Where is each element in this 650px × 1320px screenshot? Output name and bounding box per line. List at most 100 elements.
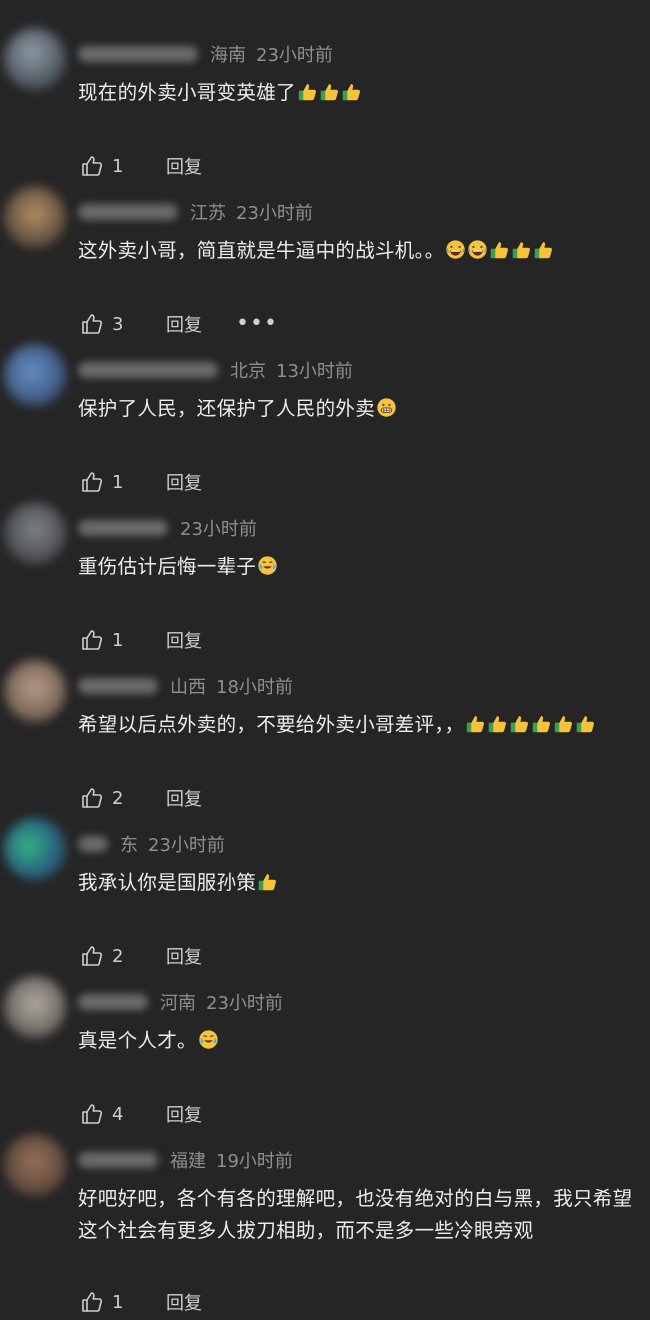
- comment-item: 东 23小时前我承认你是国服孙策 2 回复: [0, 818, 650, 974]
- reply-button[interactable]: 回复: [166, 1289, 202, 1315]
- reply-button[interactable]: 回复: [166, 153, 202, 179]
- comment-actions: 1 回复: [80, 152, 202, 180]
- username-blurred[interactable]: [78, 46, 198, 62]
- thumbs-up-emoji: [489, 716, 507, 733]
- like-count: 2: [112, 787, 124, 809]
- laughing-emoji: [468, 240, 488, 259]
- location-label: 北京: [230, 361, 266, 382]
- comment-item: 23小时前重伤估计后悔一辈子 1 回复: [0, 502, 650, 658]
- avatar[interactable]: [4, 818, 66, 880]
- like-button[interactable]: 1: [80, 154, 134, 178]
- thumbs-up-emoji: [511, 716, 529, 733]
- grinning-emoji: [377, 398, 396, 417]
- comment-meta: 山西 18小时前: [78, 672, 293, 700]
- comment-text: 这外卖小哥，简直就是牛逼中的战斗机。。: [78, 235, 634, 267]
- reply-button[interactable]: 回复: [166, 469, 202, 495]
- location-label: 海南: [210, 45, 246, 66]
- avatar[interactable]: [4, 28, 66, 90]
- more-options-icon[interactable]: •••: [236, 310, 278, 338]
- thumbs-up-icon: [82, 630, 103, 650]
- thumbs-up-icon: [82, 1104, 103, 1124]
- username-blurred[interactable]: [78, 678, 158, 694]
- comment-text: 真是个人才。: [78, 1025, 634, 1057]
- comment-body: 保护了人民，还保护了人民的外卖: [78, 397, 376, 420]
- comment-meta: 东 23小时前: [78, 830, 225, 858]
- thumbs-up-icon: [82, 1292, 103, 1312]
- comment-text: 保护了人民，还保护了人民的外卖: [78, 393, 634, 425]
- comment-body: 重伤估计后悔一辈子: [78, 555, 257, 578]
- like-button[interactable]: 1: [80, 628, 134, 652]
- emoji-group: [256, 555, 278, 578]
- like-button[interactable]: 4: [80, 1102, 134, 1126]
- thumbs-up-icon: [82, 946, 103, 966]
- crying-laugh-emoji: [199, 1030, 218, 1049]
- like-count: 3: [112, 313, 124, 335]
- avatar[interactable]: [4, 344, 66, 406]
- reply-button[interactable]: 回复: [166, 627, 202, 653]
- location-label: 福建: [170, 1151, 206, 1172]
- comment-body: 这外卖小哥，简直就是牛逼中的战斗机。。: [78, 239, 445, 262]
- avatar[interactable]: [4, 502, 66, 564]
- timestamp: 23小时前: [206, 993, 283, 1014]
- like-button[interactable]: 3: [80, 312, 134, 336]
- username-blurred[interactable]: [78, 836, 108, 852]
- like-count: 1: [112, 471, 124, 493]
- like-button[interactable]: 2: [80, 944, 134, 968]
- comment-body: 好吧好吧，各个有各的理解吧，也没有绝对的白与黑，我只希望这个社会有更多人拔刀相助…: [78, 1187, 633, 1242]
- comment-item: 北京 13小时前保护了人民，还保护了人民的外卖 1 回复: [0, 344, 650, 500]
- username-blurred[interactable]: [78, 1152, 158, 1168]
- comment-item: 江苏 23小时前这外卖小哥，简直就是牛逼中的战斗机。。 3 回复 •••: [0, 186, 650, 342]
- thumbs-up-emoji: [320, 84, 338, 101]
- reply-button[interactable]: 回复: [166, 311, 202, 337]
- like-button[interactable]: 1: [80, 470, 134, 494]
- comment-actions: 1 回复: [80, 626, 202, 654]
- thumbs-up-icon: [82, 472, 103, 492]
- like-button[interactable]: 2: [80, 786, 134, 810]
- comment-body: 我承认你是国服孙策: [78, 871, 257, 894]
- thumbs-up-emoji: [491, 242, 509, 259]
- reply-button[interactable]: 回复: [166, 785, 202, 811]
- location-label: 山西: [170, 677, 206, 698]
- avatar[interactable]: [4, 1134, 66, 1196]
- comment-meta: 河南 23小时前: [78, 988, 283, 1016]
- avatar[interactable]: [4, 186, 66, 248]
- username-blurred[interactable]: [78, 520, 168, 536]
- emoji-group: [296, 81, 362, 104]
- comment-meta: 北京 13小时前: [78, 356, 353, 384]
- thumbs-up-emoji: [258, 874, 277, 891]
- username-blurred[interactable]: [78, 994, 148, 1010]
- like-count: 4: [112, 1103, 124, 1125]
- timestamp: 23小时前: [180, 519, 257, 540]
- emoji-group: [197, 1029, 219, 1052]
- like-count: 2: [112, 945, 124, 967]
- laughing-emoji: [446, 240, 466, 259]
- emoji-group: [444, 239, 554, 262]
- thumbs-up-emoji: [342, 84, 360, 101]
- reply-button[interactable]: 回复: [166, 943, 202, 969]
- comment-text: 重伤估计后悔一辈子: [78, 551, 634, 583]
- comment-actions: 1 回复: [80, 468, 202, 496]
- comment-meta: 江苏 23小时前: [78, 198, 313, 226]
- like-button[interactable]: 1: [80, 1290, 134, 1314]
- timestamp: 19小时前: [216, 1151, 293, 1172]
- avatar[interactable]: [4, 660, 66, 722]
- comment-body: 真是个人才。: [78, 1029, 197, 1052]
- comment-actions: 1 回复: [80, 1288, 202, 1316]
- thumbs-up-icon: [82, 314, 103, 334]
- reply-button[interactable]: 回复: [166, 1101, 202, 1127]
- username-blurred[interactable]: [78, 204, 178, 220]
- comment-body: 希望以后点外卖的，不要给外卖小哥差评，，: [78, 713, 465, 736]
- comment-item: 海南 23小时前 现在的外卖小哥变英雄了 1 回复: [0, 28, 650, 184]
- location-label: 河南: [160, 993, 196, 1014]
- comment-item: 山西 18小时前希望以后点外卖的，不要给外卖小哥差评，， 2 回复: [0, 660, 650, 816]
- comment-meta: 23小时前: [78, 514, 257, 542]
- emoji-group: [464, 713, 596, 736]
- timestamp: 23小时前: [236, 203, 313, 224]
- timestamp: 18小时前: [216, 677, 293, 698]
- emoji-group: [256, 871, 278, 894]
- like-count: 1: [112, 629, 124, 651]
- username-blurred[interactable]: [78, 362, 218, 378]
- thumbs-up-emoji: [467, 716, 485, 733]
- comment-text: 希望以后点外卖的，不要给外卖小哥差评，，: [78, 709, 634, 741]
- avatar[interactable]: [4, 976, 66, 1038]
